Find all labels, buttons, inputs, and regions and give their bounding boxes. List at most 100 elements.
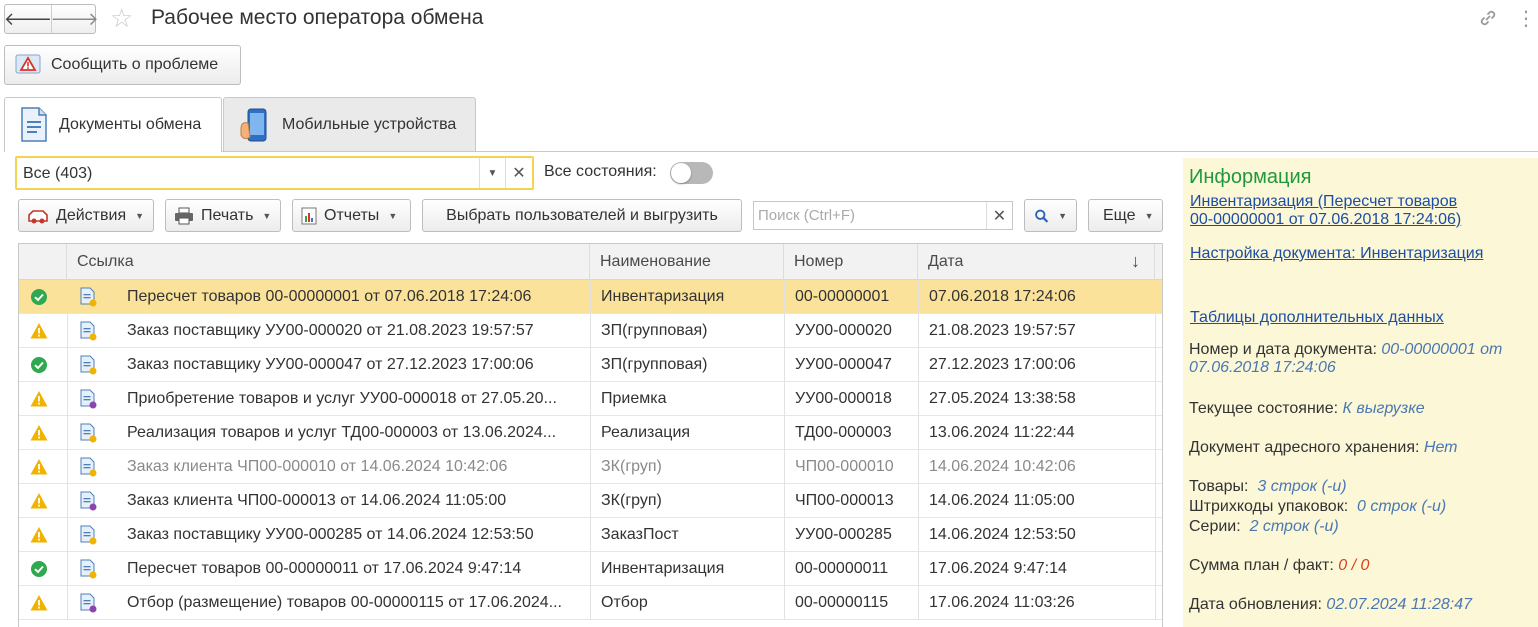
cell-date: 27.05.2024 13:38:58	[929, 390, 1076, 407]
sum-value: 0 / 0	[1338, 557, 1370, 574]
print-label: Печать	[201, 206, 254, 224]
column-header-number[interactable]: Номер	[784, 244, 918, 280]
cell-ref: Пересчет товаров 00-00000001 от 07.06.20…	[127, 288, 532, 305]
status-warning-icon	[30, 391, 48, 407]
column-header-date[interactable]: Дата ↓	[918, 244, 1155, 280]
column-header-name[interactable]: Наименование	[590, 244, 784, 280]
column-separator	[590, 450, 591, 484]
print-button[interactable]: Печать ▼	[165, 199, 281, 232]
document-link-line-1: Инвентаризация (Пересчет товаров	[1190, 193, 1458, 210]
table-row[interactable]: Приобретение товаров и услуг УУ00-000018…	[19, 382, 1162, 416]
actions-icon	[28, 209, 48, 223]
column-separator	[784, 586, 785, 620]
all-states-toggle[interactable]	[670, 162, 713, 184]
document-link-line-2: 00-00000001 от 07.06.2018 17:24:06)	[1190, 211, 1462, 228]
document-filter-select[interactable]: Все (403) ▼ ✕	[15, 156, 534, 190]
cell-ref: Пересчет товаров 00-00000011 от 17.06.20…	[127, 560, 522, 577]
document-link[interactable]: Инвентаризация (Пересчет товаров 00-0000…	[1190, 193, 1461, 229]
cell-name: Инвентаризация	[601, 288, 725, 305]
forward-button[interactable]: 🡒	[50, 5, 99, 33]
column-separator	[784, 314, 785, 348]
column-separator	[918, 484, 919, 518]
document-icon	[80, 321, 97, 341]
column-separator	[67, 348, 68, 382]
cell-name: Приемка	[601, 390, 667, 407]
cell-number: УУ00-000285	[795, 526, 892, 543]
barcodes-label: Штрихкоды упаковок:	[1189, 498, 1349, 515]
toggle-knob	[671, 163, 691, 183]
reports-button[interactable]: Отчеты ▼	[292, 199, 411, 232]
select-users-upload-button[interactable]: Выбрать пользователей и выгрузить	[422, 199, 742, 232]
column-separator	[67, 484, 68, 518]
document-icon	[80, 355, 97, 375]
document-settings-link[interactable]: Настройка документа: Инвентаризация	[1190, 245, 1483, 263]
documents-table: Ссылка Наименование Номер Дата ↓ Пересче…	[18, 243, 1163, 627]
back-button[interactable]: 🡐	[3, 5, 53, 33]
table-row[interactable]: Заказ поставщику УУ00-000285 от 14.06.20…	[19, 518, 1162, 552]
link-icon[interactable]	[1477, 7, 1499, 29]
search-options-button[interactable]: ▼	[1024, 199, 1077, 232]
cell-date: 17.06.2024 9:47:14	[929, 560, 1067, 577]
column-separator	[1155, 518, 1156, 552]
column-separator	[918, 314, 919, 348]
cell-number: 00-00000011	[795, 560, 889, 577]
document-icon	[80, 593, 97, 613]
cell-date: 14.06.2024 12:53:50	[929, 526, 1076, 543]
cell-name: ЗК(груп)	[601, 458, 662, 475]
column-separator	[784, 348, 785, 382]
clear-icon[interactable]: ✕	[505, 158, 532, 188]
status-column-header[interactable]	[19, 244, 67, 280]
column-separator	[590, 314, 591, 348]
chevron-down-icon: ▼	[1144, 210, 1154, 221]
number-date-value-2: 07.06.2018 17:24:06	[1189, 359, 1336, 376]
table-row[interactable]: Заказ поставщику УУ00-000020 от 21.08.20…	[19, 314, 1162, 348]
chevron-down-icon: ▼	[262, 210, 272, 221]
document-icon	[80, 423, 97, 443]
actions-button[interactable]: Действия ▼	[18, 199, 154, 232]
search-input[interactable]: Поиск (Ctrl+F) ✕	[753, 201, 1013, 230]
filter-value: Все (403)	[23, 165, 93, 182]
favorite-star-icon[interactable]: ☆	[110, 4, 133, 32]
status-warning-icon	[30, 527, 48, 543]
column-separator	[918, 280, 919, 314]
search-icon	[1035, 209, 1049, 223]
table-row[interactable]: Отбор (размещение) товаров 00-00000115 о…	[19, 586, 1162, 620]
table-row[interactable]: Заказ клиента ЧП00-000010 от 14.06.2024 …	[19, 450, 1162, 484]
column-separator	[590, 586, 591, 620]
column-header-ref[interactable]: Ссылка	[67, 244, 590, 280]
more-menu-icon[interactable]: ⋮	[1516, 6, 1536, 31]
table-row[interactable]: Реализация товаров и услуг ТД00-000003 о…	[19, 416, 1162, 450]
clear-search-icon[interactable]: ✕	[986, 202, 1012, 229]
cell-ref: Реализация товаров и услуг ТД00-000003 о…	[127, 424, 557, 441]
tab-mobile-devices[interactable]: Мобильные устройства	[223, 97, 476, 151]
date-header-label: Дата	[928, 253, 964, 270]
arrow-right-icon: 🡒	[50, 8, 99, 29]
update-date-label: Дата обновления:	[1189, 596, 1322, 613]
cell-ref: Заказ поставщику УУ00-000285 от 14.06.20…	[127, 526, 534, 543]
report-problem-button[interactable]: Сообщить о проблеме	[4, 45, 241, 85]
cell-name: Отбор	[601, 594, 648, 611]
column-separator	[1155, 552, 1156, 586]
cell-number: 00-00000115	[795, 594, 889, 611]
printer-icon	[175, 207, 193, 224]
cell-name: Реализация	[601, 424, 691, 441]
cell-date: 07.06.2018 17:24:06	[929, 288, 1076, 305]
dropdown-arrow-icon[interactable]: ▼	[479, 158, 505, 188]
additional-data-tables-link[interactable]: Таблицы дополнительных данных	[1190, 309, 1444, 327]
table-row[interactable]: Пересчет товаров 00-00000011 от 17.06.20…	[19, 552, 1162, 586]
column-separator	[67, 518, 68, 552]
column-separator	[784, 484, 785, 518]
table-row[interactable]: Заказ поставщику УУ00-000047 от 27.12.20…	[19, 348, 1162, 382]
series-field: Серии: 2 строк (-и)	[1189, 518, 1339, 536]
arrow-left-icon: 🡐	[3, 8, 53, 29]
tab-exchange-documents[interactable]: Документы обмена	[4, 97, 222, 152]
table-row[interactable]: Заказ клиента ЧП00-000013 от 14.06.2024 …	[19, 484, 1162, 518]
cell-ref: Приобретение товаров и услуг УУ00-000018…	[127, 390, 557, 407]
more-button[interactable]: Еще ▼	[1088, 199, 1163, 232]
actions-label: Действия	[56, 206, 127, 224]
reports-label: Отчеты	[324, 206, 380, 224]
goods-label: Товары:	[1189, 478, 1249, 495]
column-separator	[784, 518, 785, 552]
cell-ref: Отбор (размещение) товаров 00-00000115 о…	[127, 594, 562, 611]
table-row[interactable]: Пересчет товаров 00-00000001 от 07.06.20…	[19, 280, 1162, 314]
